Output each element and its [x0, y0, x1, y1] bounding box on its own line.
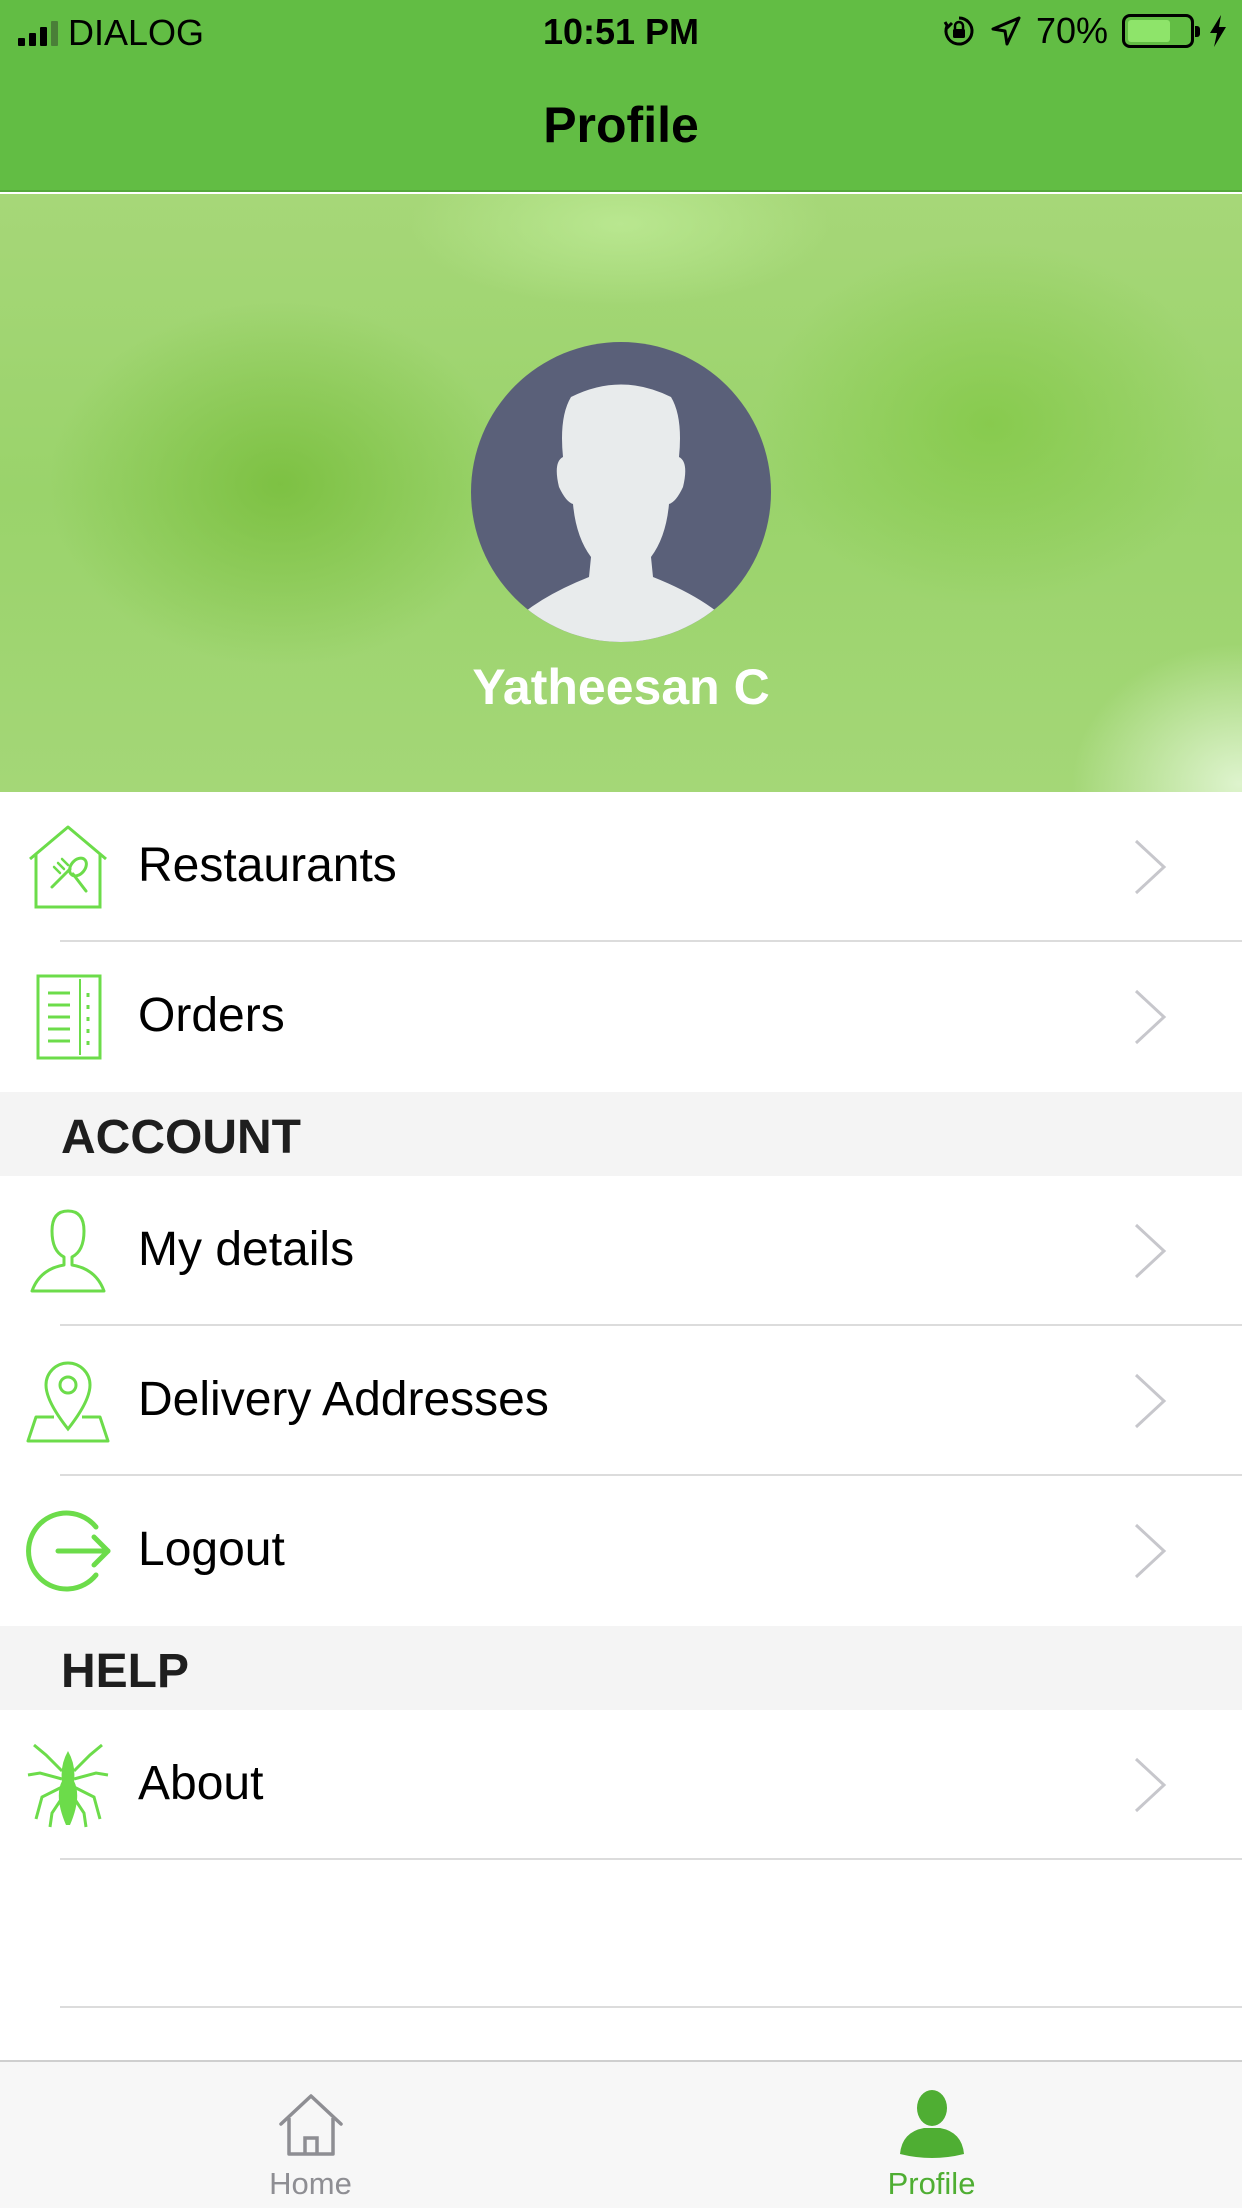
restaurants-label: Restaurants — [138, 839, 397, 892]
orders-icon — [36, 974, 102, 1060]
profile-header: Yatheesan C — [0, 194, 1242, 792]
tab-bar: Home Profile — [0, 2060, 1242, 2208]
list-item-about[interactable]: About — [0, 1710, 1242, 1860]
section-header-help: HELP — [0, 1626, 1242, 1710]
section-title: HELP — [61, 1645, 190, 1698]
chevron-right-icon — [1134, 1223, 1167, 1279]
logout-label: Logout — [138, 1523, 285, 1576]
logout-icon — [26, 1510, 111, 1592]
restaurant-icon — [29, 825, 107, 909]
chevron-right-icon — [1134, 989, 1167, 1045]
list-item-orders[interactable]: Orders — [0, 942, 1242, 1092]
battery-icon — [1122, 14, 1200, 48]
chevron-right-icon — [1134, 1757, 1167, 1813]
chevron-right-icon — [1134, 839, 1167, 895]
chevron-right-icon — [1134, 1373, 1167, 1429]
navigation-bar: DIALOG 10:51 PM 70% Profile — [0, 0, 1242, 192]
delivery-addresses-label: Delivery Addresses — [138, 1373, 549, 1426]
orders-label: Orders — [138, 989, 285, 1042]
tab-home[interactable]: Home — [0, 2062, 621, 2208]
section-header-account: ACCOUNT — [0, 1092, 1242, 1176]
profile-icon — [899, 2090, 964, 2158]
battery-level — [1128, 20, 1170, 42]
page-title: Profile — [543, 97, 699, 153]
profile-name: Yatheesan C — [472, 659, 770, 715]
location-pin-icon — [26, 1361, 110, 1443]
chevron-right-icon — [1134, 1523, 1167, 1579]
status-bar: DIALOG 10:51 PM 70% — [0, 0, 1242, 62]
list-item-logout[interactable]: Logout — [0, 1476, 1242, 1626]
my-details-label: My details — [138, 1223, 355, 1276]
user-icon — [30, 1209, 106, 1293]
orientation-lock-icon — [943, 16, 974, 46]
location-arrow-icon — [991, 16, 1021, 46]
charging-bolt-icon — [1210, 15, 1226, 47]
default-avatar-icon — [496, 384, 746, 642]
section-title: ACCOUNT — [61, 1111, 301, 1164]
list-item-restaurants[interactable]: Restaurants — [0, 792, 1242, 942]
divider — [60, 1858, 1242, 1860]
avatar[interactable] — [471, 342, 771, 642]
list-item-delivery-addresses[interactable]: Delivery Addresses — [0, 1326, 1242, 1476]
home-icon — [278, 2094, 343, 2156]
tab-profile[interactable]: Profile — [621, 2062, 1242, 2208]
about-label: About — [138, 1757, 264, 1810]
status-indicators: 70% — [942, 10, 1228, 52]
tab-profile-label: Profile — [887, 2166, 976, 2201]
list-item-my-details[interactable]: My details — [0, 1176, 1242, 1326]
spider-icon — [27, 1743, 109, 1828]
battery-percent: 70% — [1035, 10, 1108, 51]
divider — [60, 2006, 1242, 2008]
tab-home-label: Home — [269, 2166, 352, 2201]
